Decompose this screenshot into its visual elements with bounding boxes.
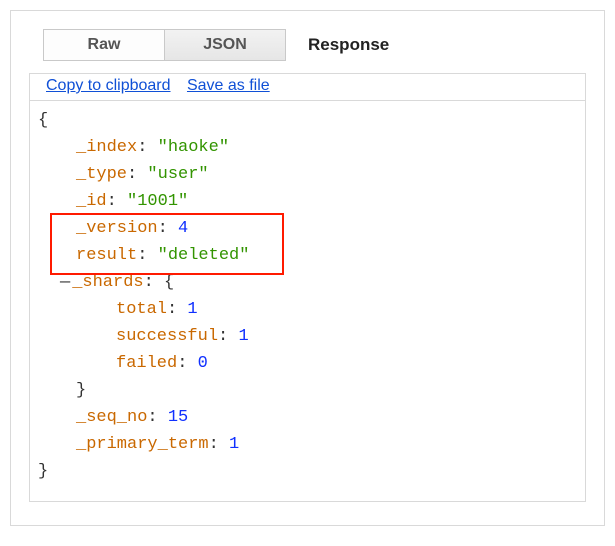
json-string: "deleted" [158,246,250,265]
copy-to-clipboard-link[interactable]: Copy to clipboard [46,77,171,94]
json-number: 15 [168,408,188,427]
json-key: _index [76,138,137,157]
json-number: 1 [238,327,248,346]
json-body: { _index: "haoke" _type: "user" _id: "10… [29,100,586,502]
save-as-file-link[interactable]: Save as file [187,77,270,94]
tab-raw[interactable]: Raw [43,29,164,61]
brace-open: { [38,111,48,130]
brace-close: } [76,381,86,400]
json-number: 0 [198,354,208,373]
brace-close: } [38,462,48,481]
json-number: 4 [178,219,188,238]
tab-json[interactable]: JSON [164,29,286,61]
json-number: 1 [187,300,197,319]
json-string: "haoke" [158,138,229,157]
json-key: _primary_term [76,435,209,454]
collapse-toggle-icon[interactable]: — [60,273,70,292]
json-string: "user" [147,165,208,184]
json-key: _id [76,192,107,211]
json-string: "1001" [127,192,188,211]
json-key: total [116,300,167,319]
json-key: successful [116,327,218,346]
json-key: failed [116,354,177,373]
json-key: _shards [72,273,143,292]
json-number: 1 [229,435,239,454]
json-key: _type [76,165,127,184]
actions-bar: Copy to clipboard Save as file [29,73,586,100]
tabs-row: Raw JSON Response [43,29,586,61]
json-key: _version [76,219,158,238]
response-panel: Raw JSON Response Copy to clipboard Save… [10,10,605,526]
brace-open: { [164,273,174,292]
response-label: Response [308,35,389,55]
json-key: _seq_no [76,408,147,427]
json-key: result [76,246,137,265]
